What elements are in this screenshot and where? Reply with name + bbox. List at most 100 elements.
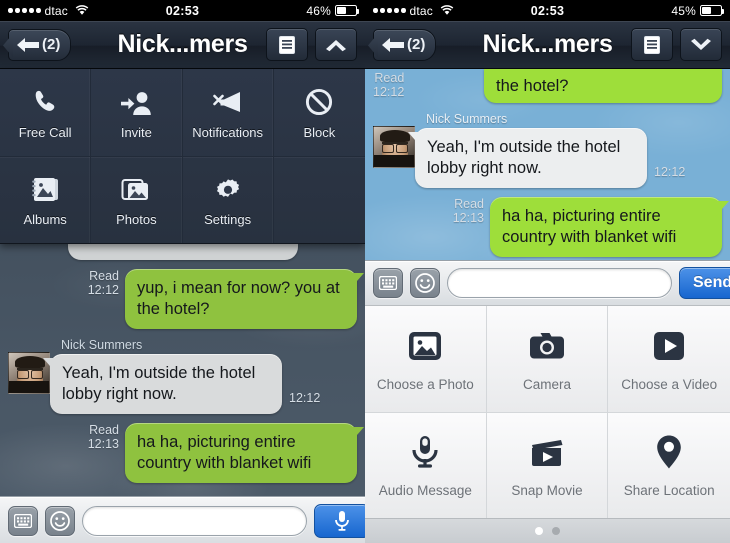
message-row: Nick Summers Yeah, I'm outside the hotel… (373, 112, 722, 188)
back-arrow-icon (17, 37, 39, 52)
right-phone-screen: dtac 02:53 45% (2) Nick...mers Read 12:1… (365, 0, 730, 543)
message-bubble[interactable]: Yeah, I'm outside the hotel lobby right … (415, 128, 647, 188)
block-icon (305, 86, 333, 116)
menu-item-notifications[interactable]: Notifications (183, 69, 274, 156)
microphone-icon (411, 433, 439, 471)
status-bar-right: 46% (306, 3, 360, 18)
read-status: Read (89, 269, 119, 283)
message-bubble[interactable]: the hotel? (484, 69, 722, 103)
collapse-toggle-button[interactable] (680, 28, 722, 61)
list-icon (279, 35, 295, 54)
smiley-icon (50, 510, 70, 531)
sticker-button[interactable] (45, 505, 75, 536)
attachment-choose-a-video[interactable]: Choose a Video (608, 306, 730, 412)
message-meta: Read 12:12 (88, 269, 119, 297)
page-dot-1[interactable] (535, 527, 543, 535)
menu-item-block[interactable]: Block (274, 69, 365, 156)
message-row: Read 12:12 yup, i mean for now? you at t… (8, 269, 357, 329)
attachment-label: Snap Movie (511, 483, 583, 498)
back-button[interactable]: (2) (8, 28, 72, 61)
message-meta: Read 12:13 (453, 197, 484, 225)
attachment-label: Camera (523, 376, 572, 392)
message-bubble[interactable]: yup, i mean for now? you at the hotel? (125, 269, 357, 329)
message-bubble[interactable]: ha ha, picturing entire country with bla… (125, 423, 357, 483)
megaphone-mute-icon (212, 86, 243, 116)
read-status: Read (89, 423, 119, 437)
signal-dots-icon (373, 8, 406, 13)
message-row: Nick Summers Yeah, I'm outside the hotel… (8, 338, 357, 414)
back-button[interactable]: (2) (373, 28, 437, 61)
status-bar: dtac 02:53 45% (365, 0, 730, 21)
menu-item-label: Notifications (192, 124, 264, 140)
page-dot-2[interactable] (552, 527, 560, 535)
message-time: 12:13 (87, 437, 119, 451)
video-play-icon (652, 327, 686, 365)
message-meta: Read 12:13 (88, 423, 119, 451)
menu-item-settings[interactable]: Settings (183, 157, 274, 243)
read-status: Read (454, 197, 484, 211)
menu-item-label: Settings (204, 212, 252, 227)
message-input[interactable] (447, 268, 672, 298)
attachment-row-2: Audio Message Snap Movie Share Location (365, 412, 730, 518)
send-button[interactable]: Send (679, 267, 730, 299)
attachment-snap-movie[interactable]: Snap Movie (486, 413, 609, 518)
status-bar-left: dtac (373, 4, 454, 18)
message-row: Read 12:13 ha ha, picturing entire count… (8, 423, 357, 483)
sender-name: Nick Summers (426, 112, 508, 126)
back-unread-count: (2) (42, 36, 61, 53)
menu-item-free-call[interactable]: Free Call (0, 69, 92, 156)
message-time: 12:12 (373, 85, 405, 99)
back-arrow-icon (382, 37, 404, 52)
sticker-button[interactable] (410, 268, 440, 298)
menu-item-label: Albums (23, 212, 67, 227)
message-row: Read 12:12 the hotel? (373, 69, 722, 103)
attachment-choose-a-photo[interactable]: Choose a Photo (365, 306, 487, 412)
keyboard-toggle-button[interactable] (8, 505, 38, 536)
menu-item-empty (274, 157, 365, 243)
sender-name: Nick Summers (61, 338, 143, 352)
chat-scroll-area[interactable]: Read 12:12 the hotel? Nick Summers Yeah,… (365, 69, 730, 260)
menu-row-1: Free Call Invite Notifications Block (0, 69, 365, 156)
menu-button[interactable] (631, 28, 673, 61)
message-time: 12:12 (87, 283, 119, 297)
carrier-label: dtac (409, 3, 433, 18)
menu-item-label: Photos (116, 212, 157, 227)
message-meta: 12:12 (654, 165, 685, 179)
expand-toggle-button[interactable] (315, 28, 357, 61)
navigation-actions (266, 28, 357, 61)
message-input[interactable] (82, 505, 307, 536)
message-bubble[interactable]: ha ha, picturing entire country with bla… (490, 197, 722, 257)
photo-icon (407, 327, 443, 365)
navigation-bar: (2) Nick...mers (0, 21, 365, 69)
voice-message-button[interactable] (314, 503, 365, 538)
attachment-share-location[interactable]: Share Location (608, 413, 730, 518)
message-meta: Read 12:12 (373, 71, 404, 99)
battery-percent-label: 46% (306, 3, 331, 18)
attachment-label: Share Location (623, 483, 715, 498)
signal-dots-icon (8, 8, 41, 13)
incoming-message-group: Nick Summers Yeah, I'm outside the hotel… (50, 338, 320, 414)
screenshot-stage: dtac 02:53 46% (2) Nick...mers Free Call… (0, 0, 730, 543)
menu-item-label: Block (303, 124, 336, 140)
wifi-icon (440, 5, 454, 15)
menu-button[interactable] (266, 28, 308, 61)
chat-scroll-area[interactable]: Read 12:12 yup, i mean for now? you at t… (0, 244, 365, 496)
attachment-camera[interactable]: Camera (486, 306, 609, 412)
message-time: 12:12 (654, 165, 686, 179)
message-input-bar (0, 496, 365, 543)
attachment-audio-message[interactable]: Audio Message (365, 413, 487, 518)
attachment-label: Choose a Video (621, 376, 718, 392)
message-row: Read 12:13 ha ha, picturing entire count… (373, 197, 722, 257)
attachment-page-indicator (365, 518, 730, 543)
map-pin-icon (655, 433, 683, 471)
keyboard-toggle-button[interactable] (373, 268, 403, 298)
menu-item-invite[interactable]: Invite (91, 69, 183, 156)
keyboard-icon (14, 513, 32, 528)
menu-item-photos[interactable]: Photos (91, 157, 183, 243)
message-time: 12:13 (452, 211, 484, 225)
message-bubble[interactable]: Yeah, I'm outside the hotel lobby right … (50, 354, 282, 414)
keyboard-icon (379, 276, 397, 290)
menu-item-albums[interactable]: Albums (0, 157, 92, 243)
smiley-icon (415, 273, 435, 293)
battery-icon (700, 5, 725, 16)
